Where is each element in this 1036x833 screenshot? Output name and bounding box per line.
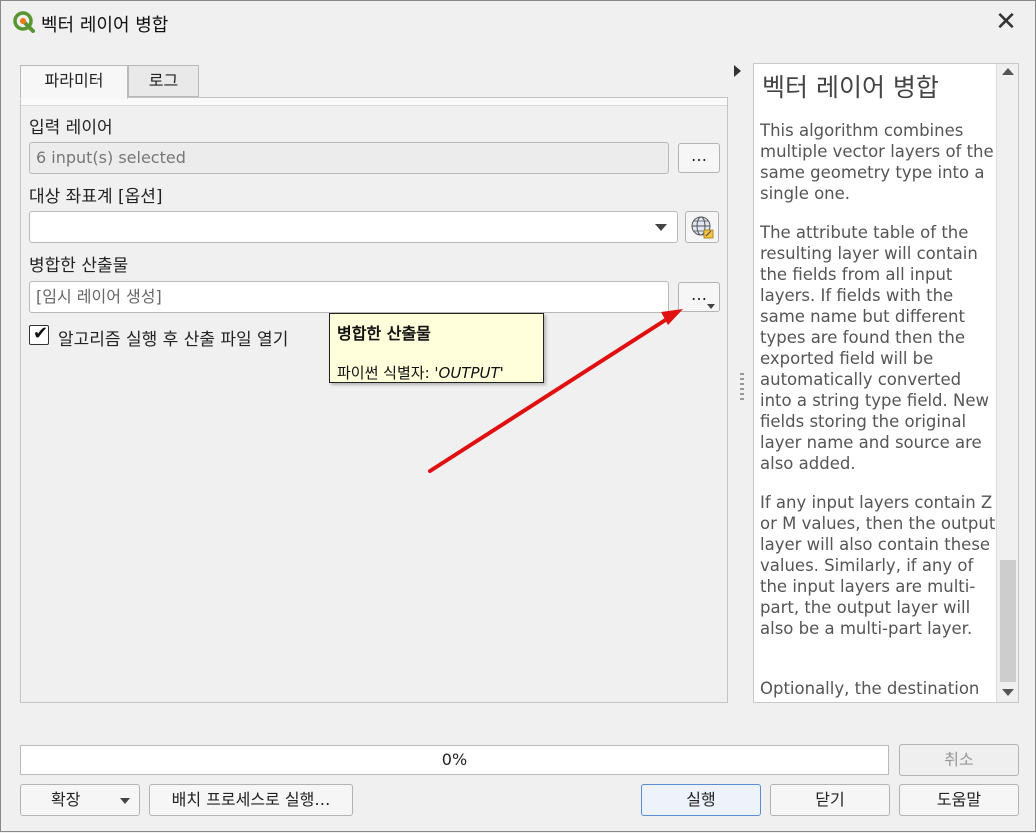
output-label: 병합한 산출물: [29, 256, 129, 276]
close-icon[interactable]: ✕: [989, 5, 1023, 39]
help-title: 벡터 레이어 병합: [762, 73, 939, 102]
collapse-help-icon[interactable]: [734, 65, 741, 77]
target-crs-label: 대상 좌표계 [옵션]: [29, 187, 163, 207]
input-layer-browse-button[interactable]: …: [678, 143, 720, 173]
help-button[interactable]: 도움말: [899, 784, 1019, 816]
progress-bar: 0%: [20, 745, 889, 775]
close-button[interactable]: 닫기: [770, 784, 890, 816]
output-ellipsis: …: [691, 285, 707, 304]
qgis-logo-icon: [13, 11, 35, 33]
tooltip-identifier: 'OUTPUT': [434, 364, 504, 382]
advanced-dropdown-button[interactable]: 확장: [20, 784, 140, 816]
splitter-handle[interactable]: [740, 373, 744, 401]
output-browse-button[interactable]: …: [678, 282, 720, 312]
help-paragraph: If any input layers contain Z or M value…: [760, 493, 996, 638]
output-field[interactable]: [임시 레이어 생성]: [29, 281, 669, 313]
open-output-checkbox[interactable]: ✔: [29, 323, 49, 345]
scroll-down-icon[interactable]: [1002, 689, 1014, 696]
window-title: 벡터 레이어 병합: [41, 15, 169, 36]
help-paragraph: Optionally, the destination coordinate r…: [760, 679, 980, 702]
chevron-down-icon: [655, 224, 667, 231]
chevron-down-icon: [120, 798, 130, 804]
tooltip-title: 병합한 산출물: [337, 324, 431, 343]
dialog-window: 벡터 레이어 병합 ✕ 파라미터 로그 입력 레이어 6 input(s) se…: [0, 0, 1036, 832]
tooltip-body: 파이썬 식별자: 'OUTPUT': [337, 362, 504, 383]
cancel-button[interactable]: 취소: [899, 744, 1019, 776]
chevron-down-icon: [707, 304, 715, 309]
scroll-thumb[interactable]: [1000, 560, 1016, 682]
tooltip-prefix: 파이썬 식별자:: [337, 364, 435, 382]
output-tooltip: 병합한 산출물 파이썬 식별자: 'OUTPUT': [329, 313, 544, 383]
scroll-up-icon[interactable]: [1002, 68, 1014, 75]
run-button[interactable]: 실행: [641, 784, 761, 816]
batch-process-button[interactable]: 배치 프로세스로 실행…: [149, 784, 353, 816]
panel-header-strip: [21, 98, 727, 106]
target-crs-combobox[interactable]: [29, 211, 678, 243]
help-paragraph: This algorithm combines multiple vector …: [760, 121, 994, 203]
crs-selector-button[interactable]: [685, 211, 719, 243]
advanced-label: 확장: [51, 790, 81, 809]
title-bar: 벡터 레이어 병합 ✕: [1, 1, 1035, 43]
tab-parameters[interactable]: 파라미터: [20, 65, 128, 99]
help-paragraph: The attribute table of the resulting lay…: [760, 223, 990, 473]
tab-log[interactable]: 로그: [128, 65, 199, 97]
help-panel: 벡터 레이어 병합 This algorithm combines multip…: [753, 63, 1019, 703]
open-output-label: 알고리즘 실행 후 산출 파일 열기: [58, 330, 289, 350]
globe-projection-icon: [691, 216, 714, 239]
input-layer-label: 입력 레이어: [29, 118, 113, 138]
checkmark-icon: ✔: [33, 323, 49, 344]
help-scrollbar[interactable]: [996, 64, 1018, 702]
input-layer-field[interactable]: 6 input(s) selected: [29, 142, 669, 174]
